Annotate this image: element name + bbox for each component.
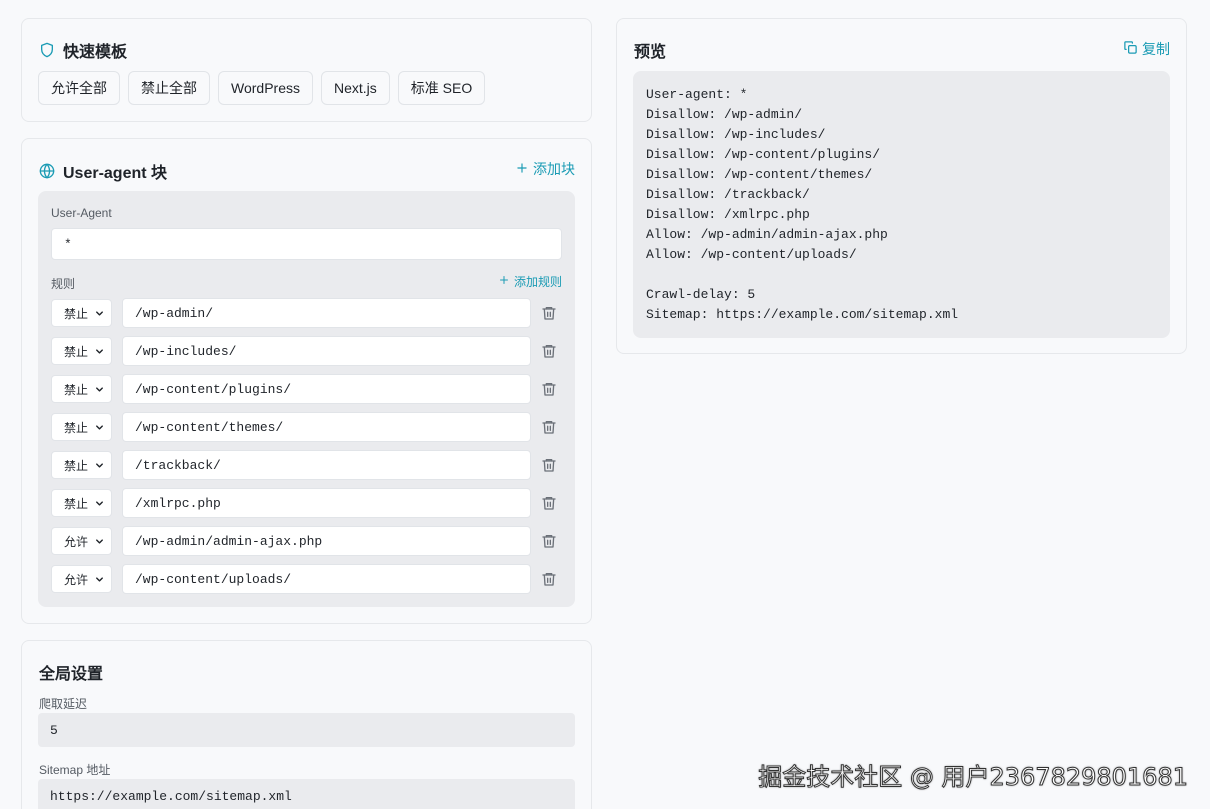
rule-path-input[interactable]: /xmlrpc.php bbox=[122, 488, 531, 518]
rules-label: 规则 bbox=[51, 277, 76, 291]
rule-row: 禁止 /xmlrpc.php bbox=[51, 488, 562, 518]
trash-icon[interactable] bbox=[541, 343, 557, 359]
user-agent-block-header: User-agent 块 bbox=[39, 159, 167, 183]
sitemap-label: Sitemap 地址 bbox=[39, 763, 111, 777]
rule-type-value: 禁止 bbox=[64, 306, 89, 321]
chevron-down-icon bbox=[96, 311, 103, 316]
rule-type-value: 允许 bbox=[64, 572, 89, 587]
template-nextjs-button[interactable]: Next.js bbox=[320, 71, 390, 105]
user-agent-input[interactable]: * bbox=[51, 228, 562, 260]
quick-templates-card: 快速模板 允许全部 禁止全部 WordPress Next.js 标准 SEO bbox=[21, 18, 592, 122]
preview-card: 预览 复制 User-agent: * Disallow: /wp-admin/D… bbox=[616, 18, 1187, 354]
template-allow-all-button[interactable]: 允许全部 bbox=[38, 71, 120, 105]
globe-icon bbox=[39, 163, 55, 179]
trash-icon[interactable] bbox=[541, 495, 557, 511]
global-settings-title: 全局设置 bbox=[39, 666, 104, 683]
plus-icon bbox=[498, 274, 510, 289]
rule-type-select[interactable]: 允许 bbox=[51, 565, 112, 593]
trash-icon[interactable] bbox=[541, 533, 557, 549]
preview-line: Allow: /wp-content/uploads/ bbox=[646, 247, 857, 262]
shield-icon bbox=[39, 42, 55, 58]
user-agent-label: User-Agent bbox=[51, 206, 112, 220]
chevron-down-icon bbox=[96, 387, 103, 392]
user-agent-block-title: User-agent 块 bbox=[63, 165, 168, 182]
rule-path-input[interactable]: /trackback/ bbox=[122, 450, 531, 480]
rule-path-input[interactable]: /wp-includes/ bbox=[122, 336, 531, 366]
crawl-delay-input[interactable]: 5 bbox=[38, 713, 575, 747]
rule-type-select[interactable]: 禁止 bbox=[51, 375, 112, 403]
copy-icon bbox=[1123, 40, 1138, 58]
preview-line: Disallow: /wp-content/plugins/ bbox=[646, 147, 881, 162]
rule-row: 禁止 /wp-includes/ bbox=[51, 336, 562, 366]
global-settings-card: 全局设置 爬取延迟 5 Sitemap 地址 https://example.c… bbox=[21, 640, 592, 809]
trash-icon[interactable] bbox=[541, 381, 557, 397]
rule-type-value: 禁止 bbox=[64, 496, 89, 511]
preview-line: Sitemap: https://example.com/sitemap.xml bbox=[646, 307, 959, 322]
user-agent-block-panel: User-Agent * 规则 添加规则 禁止 /wp-admin/ 禁止 /w… bbox=[38, 191, 575, 607]
rule-type-select[interactable]: 禁止 bbox=[51, 451, 112, 479]
rule-row: 允许 /wp-content/uploads/ bbox=[51, 564, 562, 594]
chevron-down-icon bbox=[96, 463, 103, 468]
preview-line: Disallow: /wp-includes/ bbox=[646, 127, 826, 142]
rule-type-select[interactable]: 禁止 bbox=[51, 489, 112, 517]
preview-line: Disallow: /trackback/ bbox=[646, 187, 810, 202]
copy-button[interactable]: 复制 bbox=[1123, 39, 1170, 59]
rule-path-input[interactable]: /wp-admin/admin-ajax.php bbox=[122, 526, 531, 556]
chevron-down-icon bbox=[96, 349, 103, 354]
preview-line: Disallow: /xmlrpc.php bbox=[646, 207, 810, 222]
copy-label: 复制 bbox=[1142, 41, 1170, 57]
rule-path-input[interactable]: /wp-content/uploads/ bbox=[122, 564, 531, 594]
rule-type-select[interactable]: 禁止 bbox=[51, 337, 112, 365]
rule-path-input[interactable]: /wp-admin/ bbox=[122, 298, 531, 328]
rule-row: 允许 /wp-admin/admin-ajax.php bbox=[51, 526, 562, 556]
rule-row: 禁止 /trackback/ bbox=[51, 450, 562, 480]
trash-icon[interactable] bbox=[541, 457, 557, 473]
rule-row: 禁止 /wp-admin/ bbox=[51, 298, 562, 328]
rule-type-value: 禁止 bbox=[64, 344, 89, 359]
template-standard-seo-button[interactable]: 标准 SEO bbox=[397, 71, 486, 105]
preview-line bbox=[646, 265, 1157, 285]
chevron-down-icon bbox=[96, 501, 103, 506]
rule-type-select[interactable]: 禁止 bbox=[51, 413, 112, 441]
rule-row: 禁止 /wp-content/plugins/ bbox=[51, 374, 562, 404]
preview-output: User-agent: * Disallow: /wp-admin/Disallo… bbox=[633, 71, 1170, 338]
rule-type-select[interactable]: 允许 bbox=[51, 527, 112, 555]
chevron-down-icon bbox=[96, 539, 103, 544]
rule-type-select[interactable]: 禁止 bbox=[51, 299, 112, 327]
trash-icon[interactable] bbox=[541, 419, 557, 435]
chevron-down-icon bbox=[96, 577, 103, 582]
preview-line: Disallow: /wp-admin/ bbox=[646, 107, 803, 122]
preview-line: Disallow: /wp-content/themes/ bbox=[646, 167, 873, 182]
quick-templates-title: 快速模板 bbox=[63, 44, 128, 61]
chevron-down-icon bbox=[96, 425, 103, 430]
user-agent-block-card: User-agent 块 添加块 User-Agent * 规则 添加规则 禁止… bbox=[21, 138, 592, 624]
rule-row: 禁止 /wp-content/themes/ bbox=[51, 412, 562, 442]
sitemap-input[interactable]: https://example.com/sitemap.xml bbox=[38, 779, 575, 809]
rule-type-value: 禁止 bbox=[64, 458, 89, 473]
watermark: 掘金技术社区 @ 用户2367829801681 bbox=[758, 763, 1189, 792]
add-block-label: 添加块 bbox=[533, 161, 575, 177]
add-block-button[interactable]: 添加块 bbox=[515, 159, 575, 179]
rule-path-input[interactable]: /wp-content/themes/ bbox=[122, 412, 531, 442]
crawl-delay-label: 爬取延迟 bbox=[39, 697, 88, 711]
preview-line: Allow: /wp-admin/admin-ajax.php bbox=[646, 227, 888, 242]
trash-icon[interactable] bbox=[541, 571, 557, 587]
preview-line: Crawl-delay: 5 bbox=[646, 287, 756, 302]
plus-icon bbox=[515, 161, 529, 178]
rule-type-value: 允许 bbox=[64, 534, 89, 549]
preview-title: 预览 bbox=[634, 44, 667, 61]
template-wordpress-button[interactable]: WordPress bbox=[218, 71, 313, 105]
template-buttons: 允许全部 禁止全部 WordPress Next.js 标准 SEO bbox=[38, 71, 486, 105]
rule-type-value: 禁止 bbox=[64, 420, 89, 435]
add-rule-label: 添加规则 bbox=[513, 275, 562, 289]
quick-templates-header: 快速模板 bbox=[39, 38, 127, 62]
add-rule-button[interactable]: 添加规则 bbox=[498, 273, 562, 290]
trash-icon[interactable] bbox=[541, 305, 557, 321]
rule-type-value: 禁止 bbox=[64, 382, 89, 397]
template-disallow-all-button[interactable]: 禁止全部 bbox=[128, 71, 210, 105]
rule-path-input[interactable]: /wp-content/plugins/ bbox=[122, 374, 531, 404]
preview-line: User-agent: * bbox=[646, 87, 748, 102]
